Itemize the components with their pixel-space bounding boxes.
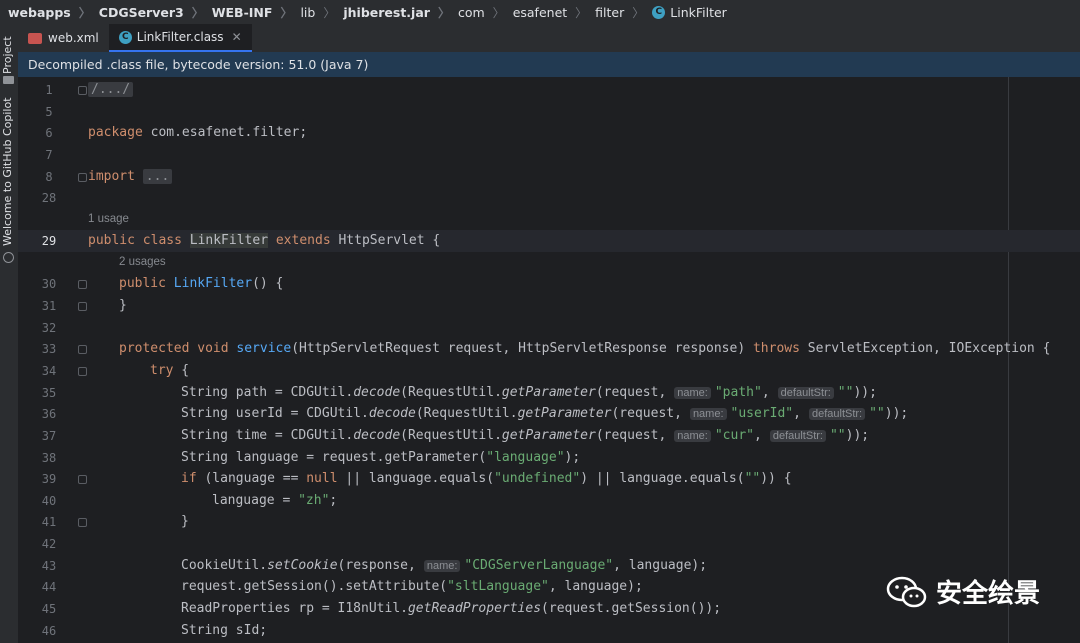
usage-hint[interactable]: 2 usages bbox=[119, 256, 166, 268]
crumb-web-inf[interactable]: WEB-INF 〉 bbox=[204, 4, 293, 21]
code-line: /.../ bbox=[88, 82, 134, 97]
copilot-icon bbox=[3, 252, 14, 263]
code-line: language = "zh"; bbox=[212, 493, 338, 508]
code-line: import ... bbox=[88, 169, 173, 184]
breadcrumb: webapps 〉 CDGServer3 〉 WEB-INF 〉 lib 〉 jhibe… bbox=[0, 0, 1080, 24]
tool-window-strip: Project Welcome to GitHub Copilot bbox=[0, 24, 19, 643]
tab-linkfilter-class[interactable]: C LinkFilter.class ✕ bbox=[108, 24, 252, 52]
fold-marker[interactable] bbox=[78, 518, 87, 527]
line-number: 5 bbox=[45, 105, 53, 119]
line-number: 7 bbox=[45, 148, 53, 162]
code-line: String language = request.getParameter("… bbox=[181, 450, 581, 465]
crumb-webapps[interactable]: webapps 〉 bbox=[0, 4, 91, 21]
fold-marker[interactable] bbox=[78, 280, 87, 289]
code-line: } bbox=[119, 298, 127, 313]
code-line: request.getSession().setAttribute("sltLa… bbox=[181, 579, 643, 594]
fold-marker[interactable] bbox=[78, 367, 87, 376]
project-panel-tab[interactable]: Project bbox=[1, 36, 14, 74]
usage-hint[interactable]: 1 usage bbox=[88, 213, 129, 225]
line-number: 30 bbox=[41, 277, 57, 291]
line-number: 31 bbox=[41, 299, 57, 313]
line-number: 37 bbox=[41, 429, 57, 443]
right-margin-guide bbox=[1008, 77, 1009, 643]
fold-marker[interactable] bbox=[78, 173, 87, 182]
code-line: try { bbox=[150, 363, 190, 378]
code-editor[interactable]: 1 5 6 7 8 28 29 30 31 32 33 34 35 36 37 … bbox=[18, 77, 1080, 643]
line-number: 35 bbox=[41, 386, 57, 400]
crumb-cdgserver3[interactable]: CDGServer3 〉 bbox=[91, 4, 204, 21]
line-number: 46 bbox=[41, 624, 57, 638]
code-line: String sId; bbox=[181, 623, 268, 638]
crumb-linkfilter[interactable]: C LinkFilter bbox=[644, 5, 727, 20]
decompiled-banner: Decompiled .class file, bytecode version… bbox=[18, 52, 1080, 77]
line-number: 34 bbox=[41, 364, 57, 378]
crumb-jar[interactable]: jhiberest.jar 〉 bbox=[335, 4, 450, 21]
code-line: package com.esafenet.filter; bbox=[88, 125, 308, 140]
line-number: 33 bbox=[41, 342, 57, 356]
tab-web-xml[interactable]: web.xml bbox=[18, 24, 109, 52]
fold-marker[interactable] bbox=[78, 475, 87, 484]
line-number: 29 bbox=[41, 234, 57, 248]
copilot-panel-tab[interactable]: Welcome to GitHub Copilot bbox=[1, 97, 14, 246]
line-number: 45 bbox=[41, 602, 57, 616]
line-number: 39 bbox=[41, 472, 57, 486]
line-number: 6 bbox=[45, 126, 53, 140]
code-line: ReadProperties rp = I18nUtil.getReadProp… bbox=[181, 601, 722, 616]
watermark: 安全绘景 bbox=[886, 573, 1040, 610]
code-line: String path = CDGUtil.decode(RequestUtil… bbox=[181, 385, 877, 400]
code-line: protected void service(HttpServletReques… bbox=[119, 341, 1051, 356]
code-line: CookieUtil.setCookie(response, name: "CDGS… bbox=[181, 558, 708, 573]
line-number: 36 bbox=[41, 407, 57, 421]
line-number: 42 bbox=[41, 537, 57, 551]
class-icon: C bbox=[118, 30, 132, 44]
fold-marker[interactable] bbox=[78, 345, 87, 354]
line-number: 41 bbox=[41, 515, 57, 529]
code-line: public LinkFilter() { bbox=[119, 276, 284, 291]
code-line: String userId = CDGUtil.decode(RequestUt… bbox=[181, 406, 909, 421]
line-number: 32 bbox=[41, 321, 57, 335]
class-icon: C bbox=[652, 5, 666, 19]
fold-marker[interactable] bbox=[78, 302, 87, 311]
line-number: 44 bbox=[41, 580, 57, 594]
line-number: 28 bbox=[41, 191, 57, 205]
line-number: 38 bbox=[41, 451, 57, 465]
editor-tabs: web.xml C LinkFilter.class ✕ bbox=[18, 24, 1080, 52]
folder-icon bbox=[3, 76, 14, 84]
crumb-filter[interactable]: filter 〉 bbox=[587, 4, 644, 21]
wechat-icon bbox=[886, 576, 927, 607]
fold-marker[interactable] bbox=[78, 86, 87, 95]
code-line: } bbox=[181, 514, 189, 529]
code-line: String time = CDGUtil.decode(RequestUtil… bbox=[181, 428, 870, 443]
line-number: 8 bbox=[45, 170, 53, 184]
crumb-lib[interactable]: lib 〉 bbox=[292, 4, 335, 21]
code-line: if (language == null || language.equals(… bbox=[181, 471, 792, 486]
code-line: public class LinkFilter extends HttpServ… bbox=[88, 233, 441, 248]
crumb-esafenet[interactable]: esafenet 〉 bbox=[505, 4, 587, 21]
line-number: 43 bbox=[41, 559, 57, 573]
close-icon[interactable]: ✕ bbox=[232, 30, 242, 44]
crumb-com[interactable]: com 〉 bbox=[450, 4, 505, 21]
xml-file-icon bbox=[28, 32, 42, 44]
line-number: 1 bbox=[45, 83, 53, 97]
line-number: 40 bbox=[41, 494, 57, 508]
